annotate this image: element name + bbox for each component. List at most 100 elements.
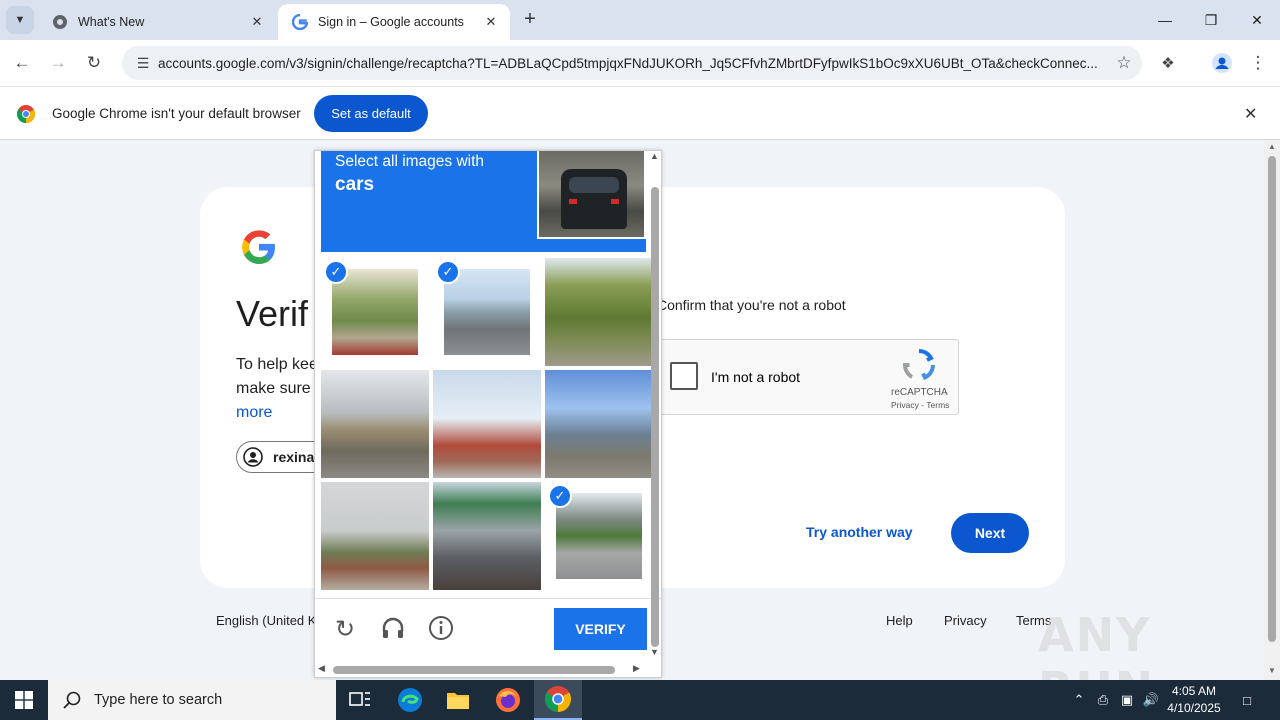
windows-taskbar: Type here to search ⌃ ⎙ ▣ 🔊 4:05 AM 4/10… — [0, 680, 1280, 720]
tab-title: What's New — [78, 15, 145, 29]
confirm-text: Confirm that you're not a robot — [657, 297, 846, 313]
reload-challenge-icon[interactable]: ↻ — [330, 615, 360, 645]
url-text[interactable]: accounts.google.com/v3/signin/challenge/… — [158, 56, 1106, 71]
chrome-favicon-icon — [53, 15, 67, 29]
tab-close-icon[interactable]: ✕ — [482, 14, 500, 30]
clock-time: 4:05 AM — [1171, 684, 1217, 698]
bookmark-star-icon[interactable]: ☆ — [1106, 53, 1142, 73]
grid-tile-6[interactable] — [545, 370, 653, 478]
profile-icon[interactable] — [1208, 49, 1236, 77]
edge-taskbar-button[interactable] — [386, 680, 434, 720]
address-bar[interactable]: ☰ accounts.google.com/v3/signin/challeng… — [122, 46, 1142, 80]
extensions-icon[interactable]: ❖ — [1154, 49, 1182, 77]
verify-button[interactable]: VERIFY — [554, 608, 647, 650]
try-another-way-link[interactable]: Try another way — [806, 524, 913, 540]
tail-light — [611, 199, 619, 204]
selected-check-icon: ✓ — [324, 260, 348, 284]
language-selector[interactable]: English (United Ki — [216, 613, 319, 628]
recaptcha-checkbox[interactable] — [670, 362, 698, 390]
scroll-left-icon[interactable]: ◀ — [318, 663, 325, 674]
close-window-button[interactable]: ✕ — [1234, 0, 1280, 40]
selected-check-icon: ✓ — [436, 260, 460, 284]
system-clock[interactable]: 4:05 AM 4/10/2025 — [1160, 683, 1228, 717]
task-view-icon — [349, 692, 370, 706]
page-scrollbar[interactable]: ▲ ▼ — [1264, 140, 1280, 680]
challenge-vertical-scrollbar[interactable]: ▲ ▼ — [648, 151, 661, 661]
scroll-right-icon[interactable]: ▶ — [633, 663, 640, 674]
sample-image — [537, 151, 646, 239]
forward-button[interactable]: → — [44, 49, 72, 77]
tab-search-button[interactable]: ▼ — [6, 6, 34, 34]
learn-more-link[interactable]: more — [236, 404, 272, 422]
challenge-horizontal-scrollbar[interactable]: ◀ ▶ — [315, 662, 648, 677]
browser-toolbar: ← → ↻ ☰ accounts.google.com/v3/signin/ch… — [0, 40, 1280, 86]
scrollbar-thumb[interactable] — [1268, 156, 1276, 642]
set-as-default-button[interactable]: Set as default — [314, 95, 428, 132]
clock-date: 4/10/2025 — [1167, 701, 1221, 715]
scroll-down-icon[interactable]: ▼ — [650, 647, 659, 657]
folder-icon — [447, 693, 469, 709]
scrollbar-thumb[interactable] — [651, 187, 659, 647]
chrome-logo-icon — [17, 105, 35, 123]
new-tab-button[interactable]: + — [518, 8, 542, 32]
grid-tile-5[interactable] — [433, 370, 541, 478]
account-avatar-icon — [243, 447, 263, 467]
recaptcha-label: I'm not a robot — [711, 369, 801, 385]
grid-tile-8[interactable] — [433, 482, 541, 590]
taskbar-search-box[interactable]: Type here to search — [48, 680, 336, 720]
next-button[interactable]: Next — [951, 513, 1029, 553]
volume-icon[interactable]: 🔊 — [1140, 680, 1162, 720]
scroll-up-icon[interactable]: ▲ — [650, 151, 659, 161]
start-button[interactable] — [0, 680, 48, 720]
menu-icon[interactable]: ⋮ — [1244, 49, 1272, 77]
device-icon[interactable]: ⎙ — [1092, 680, 1114, 720]
footer-privacy-link[interactable]: Privacy — [944, 613, 987, 628]
scroll-down-icon[interactable]: ▼ — [1268, 666, 1276, 675]
restore-button[interactable]: ❐ — [1188, 0, 1234, 40]
scroll-up-icon[interactable]: ▲ — [1268, 142, 1276, 151]
challenge-instruction: Select all images with — [335, 153, 485, 170]
tab-title: Sign in – Google accounts — [318, 15, 464, 29]
firefox-taskbar-button[interactable] — [484, 680, 532, 720]
challenge-header: Select all images with cars — [321, 151, 646, 252]
firefox-icon — [496, 688, 520, 712]
task-view-button[interactable] — [336, 680, 384, 720]
grid-tile-2[interactable]: ✓ — [433, 258, 541, 366]
chrome-taskbar-button[interactable] — [534, 680, 582, 720]
site-info-icon[interactable]: ☰ — [128, 55, 158, 72]
infobar-message: Google Chrome isn't your default browser — [52, 106, 301, 121]
help-text-line1: To help kee — [236, 356, 318, 373]
grid-tile-1[interactable]: ✓ — [321, 258, 429, 366]
grid-tile-9[interactable]: ✓ — [545, 482, 653, 590]
google-logo-icon — [242, 230, 275, 264]
challenge-target: cars — [335, 174, 375, 195]
recaptcha-widget: I'm not a robot reCAPTCHA Privacy - Term… — [650, 339, 959, 415]
edge-icon — [398, 688, 422, 712]
show-hidden-icons[interactable]: ⌃ — [1068, 680, 1090, 720]
recaptcha-terms-links[interactable]: Privacy - Terms — [891, 400, 949, 410]
windows-logo-icon — [15, 691, 33, 709]
tab-sign-in[interactable]: Sign in – Google accounts ✕ — [278, 4, 510, 40]
network-icon[interactable]: ▣ — [1116, 680, 1138, 720]
footer-help-link[interactable]: Help — [886, 613, 913, 628]
minimize-button[interactable]: — — [1142, 0, 1188, 40]
back-button[interactable]: ← — [8, 49, 36, 77]
scrollbar-thumb[interactable] — [333, 666, 615, 674]
info-icon[interactable] — [426, 615, 456, 645]
audio-challenge-icon[interactable] — [378, 615, 408, 645]
notifications-icon[interactable]: □ — [1232, 680, 1262, 720]
account-email: rexina — [273, 449, 315, 465]
infobar-close-icon[interactable]: ✕ — [1244, 104, 1257, 124]
tab-whats-new[interactable]: What's New ✕ — [38, 4, 276, 40]
help-text-line2: make sure — [236, 380, 311, 397]
search-placeholder: Type here to search — [94, 692, 223, 708]
selected-check-icon: ✓ — [548, 484, 572, 508]
grid-tile-3[interactable] — [545, 258, 653, 366]
chrome-icon — [545, 686, 571, 712]
grid-tile-7[interactable] — [321, 482, 429, 590]
file-explorer-button[interactable] — [434, 680, 482, 720]
page-title: Verif — [236, 293, 309, 334]
grid-tile-4[interactable] — [321, 370, 429, 478]
tab-close-icon[interactable]: ✕ — [248, 14, 266, 30]
reload-button[interactable]: ↻ — [80, 49, 108, 77]
